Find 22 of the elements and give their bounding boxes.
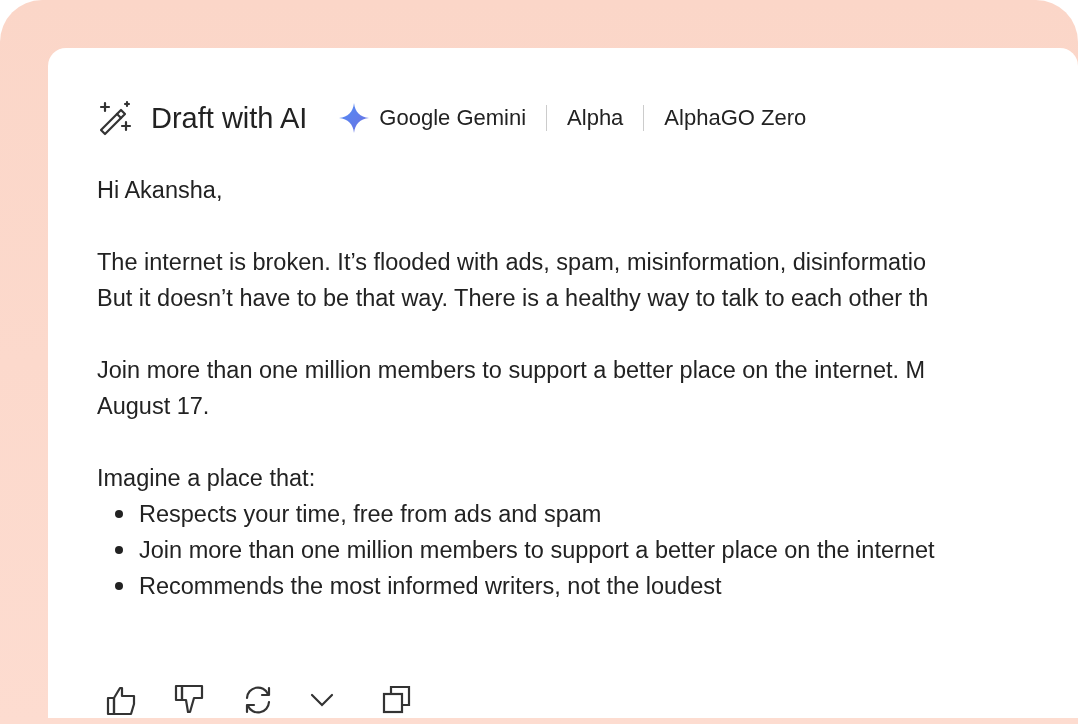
model-option[interactable]: Google Gemini: [379, 105, 527, 131]
greeting-text: Hi Akansha,: [97, 176, 224, 205]
sparkle-icon: [339, 103, 370, 133]
bullet-icon: [115, 546, 123, 554]
bullet-text: Join more than one million members to support a better place on the internet: [139, 536, 935, 565]
bullet-icon: [115, 510, 123, 518]
paragraph-line: August 17.: [97, 392, 211, 421]
paragraph-line: Join more than one million members to support a better place on the internet. M: [97, 356, 927, 385]
paragraph-line: But it doesn’t have to be that way. There is a healthy way to talk to each other th: [97, 284, 930, 313]
model-option[interactable]: AlphaGO Zero: [664, 105, 807, 131]
chevron-down-icon[interactable]: [310, 692, 334, 708]
bullet-icon: [115, 582, 123, 590]
bullet-text: Respects your time, free from ads and spam: [139, 500, 602, 529]
model-option[interactable]: Alpha: [567, 105, 624, 131]
copy-icon[interactable]: [382, 685, 412, 715]
panel-title: Draft with AI: [151, 101, 308, 135]
paragraph-line: The internet is broken. It’s flooded with ads, spam, misinformation, disinformatio: [97, 248, 927, 277]
magic-wand-icon: [97, 100, 133, 136]
paragraph-line: Imagine a place that:: [97, 464, 317, 493]
bullet-text: Recommends the most informed writers, not the loudest: [139, 572, 722, 601]
thumbs-up-icon[interactable]: [106, 684, 138, 716]
thumbs-down-icon[interactable]: [174, 684, 206, 716]
